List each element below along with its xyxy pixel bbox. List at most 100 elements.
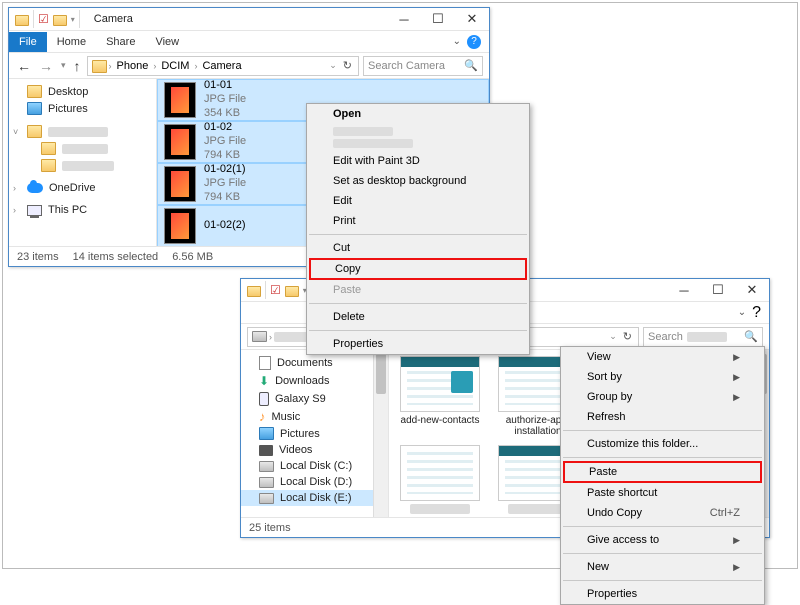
chevron-right-icon: ▶ bbox=[733, 352, 740, 363]
tab-file[interactable]: File bbox=[9, 32, 47, 52]
tab-home[interactable]: Home bbox=[47, 32, 96, 52]
nav-downloads[interactable]: ⬇Downloads bbox=[241, 372, 388, 390]
nav-onedrive[interactable]: ›OneDrive bbox=[9, 180, 156, 196]
nav-videos[interactable]: Videos bbox=[241, 442, 388, 458]
ctx-cut[interactable]: Cut bbox=[307, 238, 529, 258]
chevron-right-icon: ▶ bbox=[733, 535, 740, 546]
nav-music[interactable]: ♪Music bbox=[241, 408, 388, 425]
folder-icon bbox=[15, 15, 29, 26]
folder-icon bbox=[27, 125, 42, 138]
nav-disk-c[interactable]: Local Disk (C:) bbox=[241, 458, 388, 474]
status-selected: 14 items selected bbox=[73, 251, 159, 263]
disk-icon bbox=[259, 461, 274, 472]
thumbnail bbox=[164, 208, 196, 244]
search-icon: 🔍 bbox=[464, 59, 478, 72]
ctx-refresh[interactable]: Refresh bbox=[561, 407, 764, 427]
phone-icon bbox=[259, 392, 269, 406]
chevron-right-icon: ▶ bbox=[733, 372, 740, 383]
ctx-new[interactable]: New▶ bbox=[561, 557, 764, 577]
nav-pictures[interactable]: Pictures bbox=[9, 100, 156, 117]
document-icon bbox=[259, 356, 271, 370]
onedrive-icon bbox=[27, 183, 43, 193]
context-menu-folder: View▶ Sort by▶ Group by▶ Refresh Customi… bbox=[560, 346, 765, 605]
forward-button[interactable]: → bbox=[37, 58, 55, 74]
ctx-properties[interactable]: Properties bbox=[307, 334, 529, 354]
crumb-phone[interactable]: Phone bbox=[114, 60, 152, 72]
ctx-customize[interactable]: Customize this folder... bbox=[561, 434, 764, 454]
file-thumb[interactable]: add-new-contacts bbox=[397, 356, 483, 437]
maximize-button[interactable]: ☐ bbox=[701, 279, 735, 301]
folder-icon bbox=[247, 286, 261, 297]
refresh-icon[interactable]: ↻ bbox=[621, 330, 634, 343]
nav-disk-e[interactable]: Local Disk (E:) bbox=[241, 490, 388, 506]
nav-item-blurred[interactable] bbox=[9, 157, 156, 174]
ctx-edit[interactable]: Edit bbox=[307, 191, 529, 211]
tab-view[interactable]: View bbox=[145, 32, 189, 52]
ctx-edit-paint3d[interactable]: Edit with Paint 3D bbox=[307, 151, 529, 171]
breadcrumb[interactable]: › Phone › DCIM › Camera ⌄ ↻ bbox=[87, 56, 359, 76]
nav-thispc[interactable]: ›This PC bbox=[9, 202, 156, 218]
close-button[interactable]: ✕ bbox=[455, 8, 489, 30]
ctx-paste[interactable]: Paste bbox=[307, 280, 529, 300]
ctx-groupby[interactable]: Group by▶ bbox=[561, 387, 764, 407]
close-button[interactable]: ✕ bbox=[735, 279, 769, 301]
help-icon[interactable]: ? bbox=[752, 304, 761, 322]
ctx-print[interactable]: Print bbox=[307, 211, 529, 231]
folder-icon bbox=[41, 159, 56, 172]
qat-chevron-icon[interactable]: ▾ bbox=[71, 15, 75, 24]
chevron-down-icon[interactable]: ⌄ bbox=[329, 60, 337, 71]
ctx-sortby[interactable]: Sort by▶ bbox=[561, 367, 764, 387]
minimize-button[interactable]: ─ bbox=[387, 8, 421, 30]
up-button[interactable]: ↑ bbox=[72, 58, 83, 74]
pc-icon bbox=[27, 205, 42, 216]
ctx-delete[interactable]: Delete bbox=[307, 307, 529, 327]
tab-share[interactable]: Share bbox=[96, 32, 145, 52]
nav-documents[interactable]: Documents bbox=[241, 354, 388, 372]
address-bar: ← → ▾ ↑ › Phone › DCIM › Camera ⌄ ↻ Sear… bbox=[9, 53, 489, 79]
status-items: 23 items bbox=[17, 251, 59, 263]
thumbnail bbox=[400, 445, 480, 501]
search-input[interactable]: Search 🔍 bbox=[643, 327, 763, 347]
ctx-give-access[interactable]: Give access to▶ bbox=[561, 530, 764, 550]
folder-icon bbox=[41, 142, 56, 155]
nav-galaxy[interactable]: Galaxy S9 bbox=[241, 390, 388, 408]
back-button[interactable]: ← bbox=[15, 58, 33, 74]
ctx-copy[interactable]: Copy bbox=[311, 260, 525, 278]
status-items: 25 items bbox=[249, 522, 291, 534]
ctx-paste-shortcut[interactable]: Paste shortcut bbox=[561, 483, 764, 503]
ctx-set-background[interactable]: Set as desktop background bbox=[307, 171, 529, 191]
nav-desktop[interactable]: Desktop bbox=[9, 83, 156, 100]
ctx-paste[interactable]: Paste bbox=[565, 463, 760, 481]
folder-icon bbox=[27, 85, 42, 98]
nav-item-blurred[interactable]: ˅ bbox=[9, 123, 156, 140]
crumb-dcim[interactable]: DCIM bbox=[158, 60, 192, 72]
ctx-undo-copy[interactable]: Undo CopyCtrl+Z bbox=[561, 503, 764, 523]
chevron-down-icon[interactable]: ⌄ bbox=[609, 331, 617, 342]
maximize-button[interactable]: ☐ bbox=[421, 8, 455, 30]
ribbon-chevron-icon[interactable]: ⌄ bbox=[453, 36, 461, 47]
folder-icon bbox=[53, 15, 67, 26]
nav-pictures[interactable]: Pictures bbox=[241, 425, 388, 442]
nav-disk-d[interactable]: Local Disk (D:) bbox=[241, 474, 388, 490]
navigation-pane: Documents ⬇Downloads Galaxy S9 ♪Music Pi… bbox=[241, 350, 389, 517]
ctx-view[interactable]: View▶ bbox=[561, 347, 764, 367]
recent-chevron-icon[interactable]: ▾ bbox=[59, 60, 68, 71]
scrollbar[interactable] bbox=[373, 350, 388, 517]
qat-checkbox-icon[interactable]: ☑ bbox=[270, 283, 281, 297]
nav-item-blurred[interactable] bbox=[9, 140, 156, 157]
refresh-icon[interactable]: ↻ bbox=[341, 59, 354, 72]
help-icon[interactable]: ? bbox=[467, 35, 481, 49]
titlebar[interactable]: ☑ ▾ Camera ─ ☐ ✕ bbox=[9, 8, 489, 31]
file-thumb[interactable] bbox=[397, 445, 483, 514]
thumbnail bbox=[164, 166, 196, 202]
music-icon: ♪ bbox=[259, 410, 266, 423]
minimize-button[interactable]: ─ bbox=[667, 279, 701, 301]
crumb-camera[interactable]: Camera bbox=[199, 60, 244, 72]
search-icon: 🔍 bbox=[744, 330, 758, 343]
qat-checkbox-icon[interactable]: ☑ bbox=[38, 12, 49, 26]
ctx-properties[interactable]: Properties bbox=[561, 584, 764, 604]
search-input[interactable]: Search Camera 🔍 bbox=[363, 56, 483, 76]
navigation-pane: Desktop Pictures ˅ ›OneDrive ›This PC bbox=[9, 79, 157, 246]
ribbon-chevron-icon[interactable]: ⌄ bbox=[738, 307, 746, 318]
ctx-open[interactable]: Open bbox=[307, 104, 529, 124]
